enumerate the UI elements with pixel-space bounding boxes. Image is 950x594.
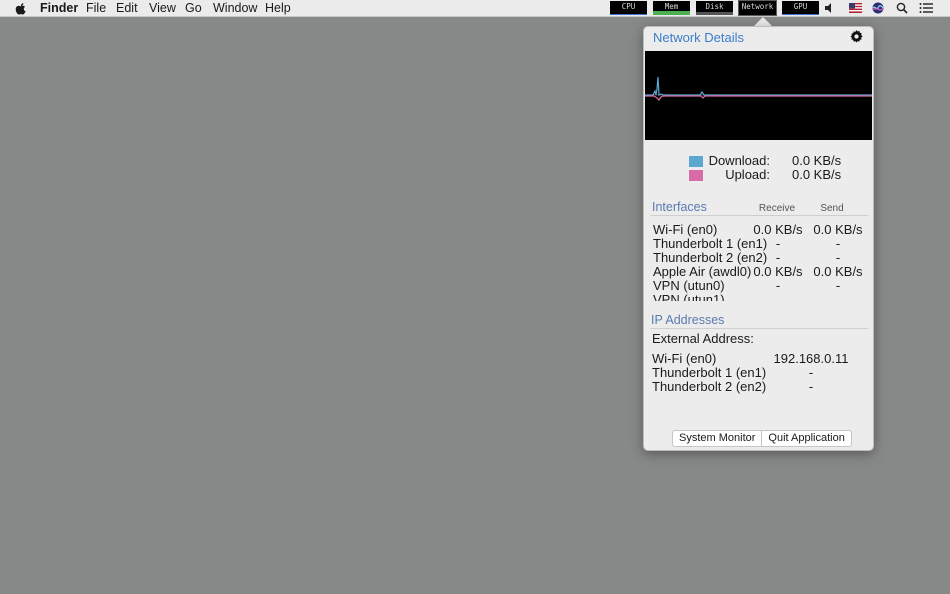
network-meter[interactable]: Network: [738, 0, 777, 16]
upload-series-line: [645, 95, 872, 101]
disk-meter-bar: [696, 12, 733, 15]
cpu-meter[interactable]: CPU: [610, 1, 647, 15]
ip-address-value: -: [808, 379, 814, 394]
download-label: Download:: [708, 153, 770, 168]
system-monitor-button[interactable]: System Monitor: [673, 431, 761, 446]
us-flag-icon[interactable]: [849, 2, 862, 14]
network-details-popover: Network Details Download: 0.0 KB/s Uploa…: [643, 26, 874, 451]
menu-go[interactable]: Go: [185, 0, 202, 16]
interface-receive: -: [775, 278, 781, 293]
upload-label: Upload:: [725, 167, 770, 182]
menu-file[interactable]: File: [86, 0, 106, 16]
menu-finder[interactable]: Finder: [40, 0, 78, 16]
upload-legend-swatch: [689, 170, 703, 181]
interface-send: -: [835, 278, 841, 293]
receive-column-header: Receive: [758, 203, 796, 214]
menu-view[interactable]: View: [149, 0, 176, 16]
interfaces-list[interactable]: Wi-Fi (en0) 0.0 KB/s 0.0 KB/s Thunderbol…: [644, 223, 873, 301]
download-value: 0.0 KB/s: [792, 153, 842, 168]
ip-address-value: -: [808, 365, 814, 380]
download-series-line: [645, 76, 872, 96]
siri-icon[interactable]: [872, 2, 884, 14]
ip-address-value: 192.168.0.11: [773, 351, 849, 366]
memory-meter[interactable]: Mem: [653, 1, 690, 15]
send-column-header: Send: [820, 203, 844, 214]
interface-name: VPN (utun1): [653, 292, 725, 302]
disk-meter-label: Disk: [705, 2, 724, 11]
interface-send: -: [835, 250, 841, 265]
menu-help[interactable]: Help: [265, 0, 291, 16]
download-legend-swatch: [689, 156, 703, 167]
footer-button-group: System Monitor Quit Application: [672, 430, 852, 447]
disk-meter[interactable]: Disk: [696, 1, 733, 15]
popover-title: Network Details: [653, 30, 745, 45]
volume-icon[interactable]: [824, 2, 836, 14]
ip-interface-name: Thunderbolt 1 (en1): [652, 365, 767, 380]
upload-value: 0.0 KB/s: [792, 167, 842, 182]
ip-divider: [650, 328, 868, 329]
gear-icon[interactable]: [849, 29, 864, 44]
interface-receive: 0.0 KB/s: [753, 264, 803, 279]
ip-addresses-section-title: IP Addresses: [651, 313, 725, 327]
apple-icon[interactable]: [14, 2, 28, 15]
interface-receive: 0.0 KB/s: [753, 223, 803, 237]
external-address-label: External Address:: [652, 331, 754, 346]
gpu-meter[interactable]: GPU: [782, 1, 819, 15]
network-meter-label: Network: [741, 2, 774, 11]
menu-window[interactable]: Window: [213, 0, 257, 16]
cpu-meter-label: CPU: [621, 2, 636, 11]
ip-interface-name: Wi-Fi (en0): [652, 351, 717, 366]
menu-edit[interactable]: Edit: [116, 0, 138, 16]
quit-application-button[interactable]: Quit Application: [761, 431, 850, 446]
memory-meter-label: Mem: [664, 2, 679, 11]
menu-bar: Finder File Edit View Go Window Help CPU…: [0, 0, 950, 17]
gpu-meter-label: GPU: [793, 2, 808, 11]
spotlight-search-icon[interactable]: [896, 2, 908, 14]
memory-meter-bar: [653, 11, 690, 15]
notification-center-icon[interactable]: [919, 2, 933, 14]
interface-receive: -: [775, 250, 781, 265]
interfaces-section-title: Interfaces: [652, 200, 707, 214]
gpu-meter-bar: [782, 14, 819, 15]
interface-receive: -: [775, 236, 781, 251]
interfaces-divider: [650, 215, 868, 216]
interface-name: Apple Air (awdl0): [653, 264, 752, 279]
interface-send: -: [835, 236, 841, 251]
interface-send: 0.0 KB/s: [813, 264, 863, 279]
interface-name: Wi-Fi (en0): [653, 223, 718, 237]
interface-send: 0.0 KB/s: [813, 223, 863, 237]
ip-interface-name: Thunderbolt 2 (en2): [652, 379, 767, 394]
network-traffic-graph: [645, 51, 872, 140]
interface-name: VPN (utun0): [653, 278, 725, 293]
cpu-meter-bar: [610, 14, 647, 15]
